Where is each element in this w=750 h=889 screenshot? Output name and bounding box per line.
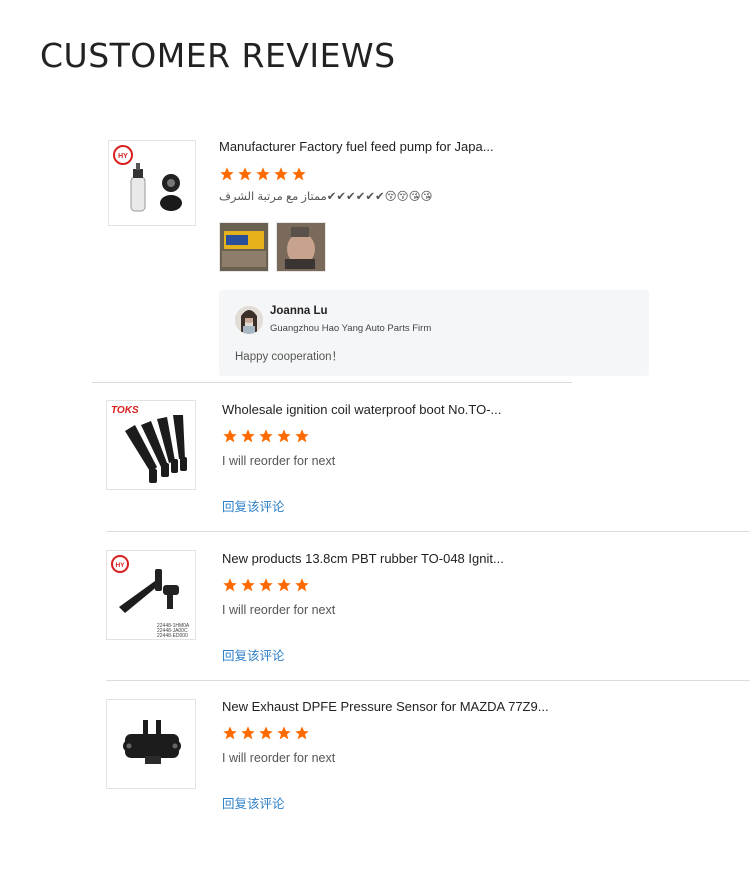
star-icon xyxy=(295,578,309,592)
star-icon xyxy=(223,578,237,592)
reply-link[interactable]: 回复该评论 xyxy=(222,793,285,812)
page-title: CUSTOMER REVIEWS xyxy=(40,36,396,75)
product-title[interactable]: New products 13.8cm PBT rubber TO-048 Ig… xyxy=(222,551,504,566)
star-icon xyxy=(274,167,288,181)
review-comment: I will reorder for next xyxy=(222,454,336,468)
star-icon xyxy=(259,429,273,443)
review-photo[interactable] xyxy=(276,222,326,272)
thumb-logo: TOKS xyxy=(111,405,139,416)
divider xyxy=(106,531,750,532)
review-photo[interactable] xyxy=(219,222,269,272)
review-photo-hand xyxy=(277,223,325,271)
svg-text:HY: HY xyxy=(115,562,125,569)
pressure-sensor-image xyxy=(123,720,181,764)
review-card: New Exhaust DPFE Pressure Sensor for MAZ… xyxy=(96,689,750,819)
star-icon xyxy=(238,167,252,181)
star-icon xyxy=(277,429,291,443)
star-icon xyxy=(223,429,237,443)
divider xyxy=(106,680,750,681)
star-icon xyxy=(223,726,237,740)
review-card: HY Manufacturer Factory fuel feed pump f… xyxy=(96,124,650,380)
svg-text:HY: HY xyxy=(118,153,128,160)
star-icon xyxy=(295,726,309,740)
divider xyxy=(92,382,572,383)
product-title[interactable]: New Exhaust DPFE Pressure Sensor for MAZ… xyxy=(222,699,549,714)
product-thumbnail[interactable]: HY 22448-1HM0A 22448-JA00C 22448-ED000 xyxy=(106,550,196,640)
star-icon xyxy=(292,167,306,181)
star-icon xyxy=(241,726,255,740)
ignition-boots-image: TOKS xyxy=(111,405,187,483)
star-rating xyxy=(222,725,310,741)
star-icon xyxy=(259,578,273,592)
avatar xyxy=(235,306,263,334)
star-icon xyxy=(241,429,255,443)
seller-reply: Joanna Lu Guangzhou Hao Yang Auto Parts … xyxy=(219,290,649,376)
seller-avatar-icon xyxy=(235,306,263,334)
star-icon xyxy=(220,167,234,181)
reply-link[interactable]: 回复该评论 xyxy=(222,496,285,515)
review-photo-pump-box xyxy=(220,223,268,271)
seller-name: Joanna Lu xyxy=(270,305,328,317)
product-thumbnail[interactable]: HY xyxy=(108,140,196,226)
seller-company: Guangzhou Hao Yang Auto Parts Firm xyxy=(270,323,432,334)
rubber-boot-image: HY 22448-1HM0A 22448-JA00C 22448-ED000 xyxy=(111,555,190,639)
review-card: TOKS Wholesale ignition coil waterproof … xyxy=(96,390,750,530)
reply-link[interactable]: 回复该评论 xyxy=(222,645,285,664)
star-icon xyxy=(259,726,273,740)
star-rating xyxy=(222,577,310,593)
review-comment: I will reorder for next xyxy=(222,751,336,765)
review-comment: I will reorder for next xyxy=(222,603,336,617)
star-rating xyxy=(222,428,310,444)
star-icon xyxy=(256,167,270,181)
review-comment: ممتاز مع مرتبة الشرف✔✔✔✔✔✔😚😚😘😘 xyxy=(219,191,433,203)
product-title[interactable]: Manufacturer Factory fuel feed pump for … xyxy=(219,139,494,154)
star-icon xyxy=(277,726,291,740)
star-icon xyxy=(295,429,309,443)
review-card: HY 22448-1HM0A 22448-JA00C 22448-ED000 N… xyxy=(96,540,750,680)
fuel-pump-image: HY xyxy=(113,145,182,212)
product-thumbnail[interactable] xyxy=(106,699,196,789)
part-code: 22448-ED000 xyxy=(157,633,188,639)
star-icon xyxy=(277,578,291,592)
star-rating xyxy=(219,166,307,182)
seller-message: Happy cooperation！ xyxy=(235,351,344,363)
product-thumbnail[interactable]: TOKS xyxy=(106,400,196,490)
star-icon xyxy=(241,578,255,592)
product-title[interactable]: Wholesale ignition coil waterproof boot … xyxy=(222,402,501,417)
